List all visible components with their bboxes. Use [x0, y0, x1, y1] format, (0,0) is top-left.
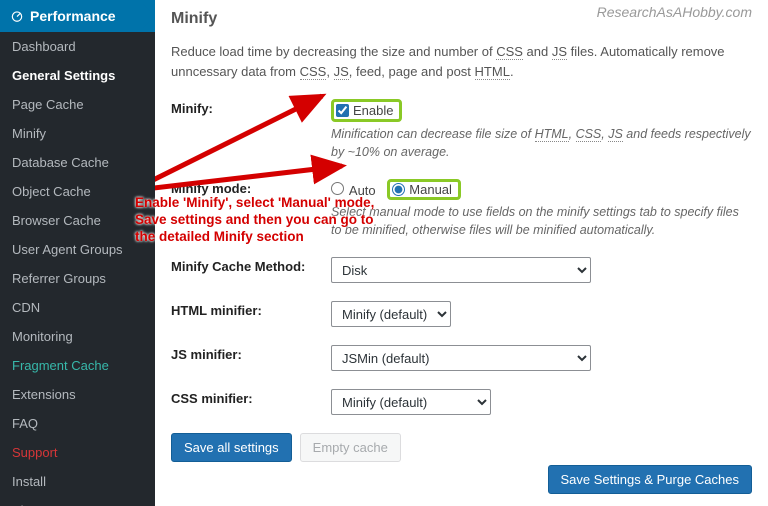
sidebar-item-referrer-groups[interactable]: Referrer Groups: [0, 264, 155, 293]
mode-manual-radio[interactable]: [392, 183, 405, 196]
annotation-text: Enable 'Minify', select 'Manual' mode, S…: [135, 195, 375, 246]
mode-hint: Select manual mode to use fields on the …: [331, 204, 752, 239]
sidebar-item-about[interactable]: About: [0, 496, 155, 506]
sidebar-item-browser-cache[interactable]: Browser Cache: [0, 206, 155, 235]
sidebar-item-fragment-cache[interactable]: Fragment Cache: [0, 351, 155, 380]
sidebar-item-general-settings[interactable]: General Settings: [0, 61, 155, 90]
sidebar-item-object-cache[interactable]: Object Cache: [0, 177, 155, 206]
css-minifier-select[interactable]: Minify (default): [331, 389, 491, 415]
minify-mode-label: Minify mode:: [171, 179, 331, 196]
sidebar-item-dashboard[interactable]: Dashboard: [0, 32, 155, 61]
sidebar-header: Performance: [0, 0, 155, 32]
sidebar-item-support[interactable]: Support: [0, 438, 155, 467]
sidebar-item-database-cache[interactable]: Database Cache: [0, 148, 155, 177]
mode-manual[interactable]: Manual: [387, 179, 461, 200]
minify-hint: Minification can decrease file size of H…: [331, 126, 752, 161]
minify-enable-label: Enable: [353, 103, 393, 118]
sidebar-item-extensions[interactable]: Extensions: [0, 380, 155, 409]
css-minifier-label: CSS minifier:: [171, 389, 331, 406]
sidebar-item-faq[interactable]: FAQ: [0, 409, 155, 438]
minify-label: Minify:: [171, 99, 331, 116]
save-purge-button[interactable]: Save Settings & Purge Caches: [548, 465, 753, 494]
empty-cache-button: Empty cache: [300, 433, 401, 462]
intro-text: Reduce load time by decreasing the size …: [171, 42, 752, 81]
js-minifier-select[interactable]: JSMin (default): [331, 345, 591, 371]
mode-auto-radio[interactable]: [331, 182, 344, 195]
sidebar-item-minify[interactable]: Minify: [0, 119, 155, 148]
minify-enable-checkbox[interactable]: [336, 104, 349, 117]
html-minifier-select[interactable]: Minify (default): [331, 301, 451, 327]
sidebar-item-monitoring[interactable]: Monitoring: [0, 322, 155, 351]
sidebar-item-cdn[interactable]: CDN: [0, 293, 155, 322]
sidebar-item-user-agent-groups[interactable]: User Agent Groups: [0, 235, 155, 264]
html-minifier-label: HTML minifier:: [171, 301, 331, 318]
minify-enable-wrap[interactable]: Enable: [331, 99, 402, 122]
sidebar: Performance DashboardGeneral SettingsPag…: [0, 0, 155, 506]
sidebar-item-install[interactable]: Install: [0, 467, 155, 496]
cache-method-label: Minify Cache Method:: [171, 257, 331, 274]
sidebar-item-page-cache[interactable]: Page Cache: [0, 90, 155, 119]
main-panel: ResearchAsAHobby.com Minify Reduce load …: [155, 0, 768, 506]
save-all-button[interactable]: Save all settings: [171, 433, 292, 462]
watermark: ResearchAsAHobby.com: [597, 4, 752, 20]
sidebar-title: Performance: [30, 8, 116, 24]
js-minifier-label: JS minifier:: [171, 345, 331, 362]
gauge-icon: [10, 9, 24, 23]
cache-method-select[interactable]: Disk: [331, 257, 591, 283]
